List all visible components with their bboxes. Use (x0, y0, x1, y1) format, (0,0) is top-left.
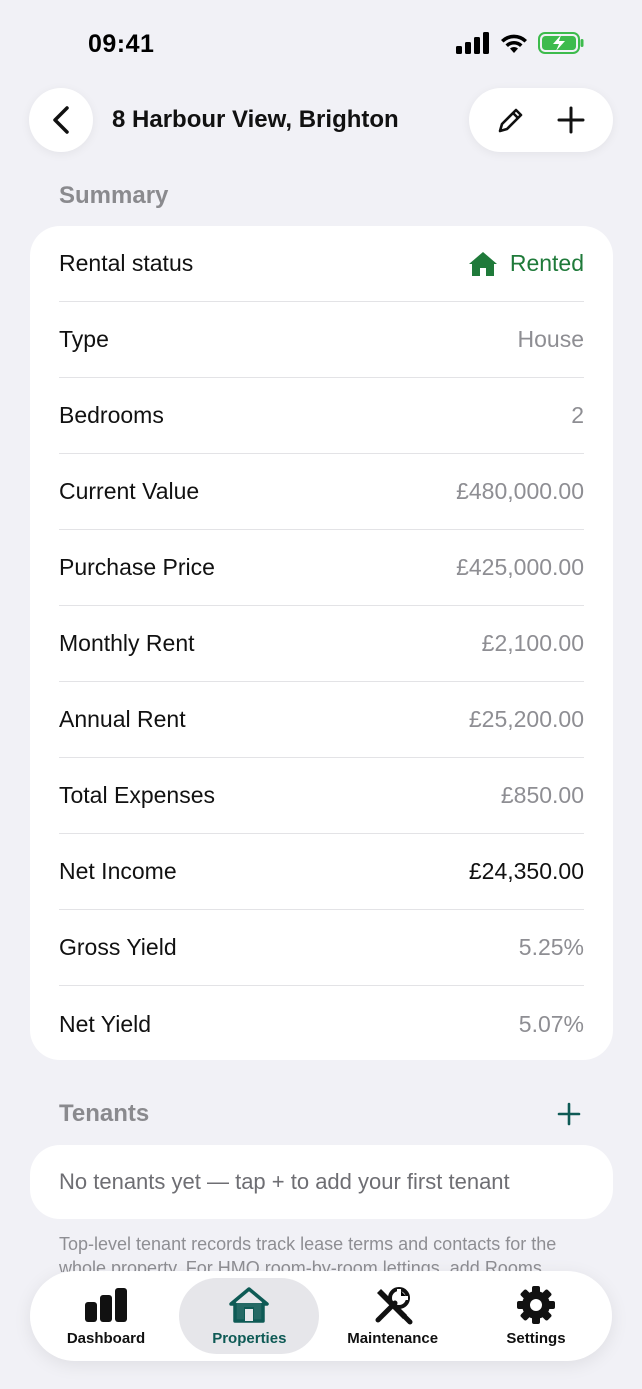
row-value: £24,350.00 (468, 858, 584, 884)
row-current-value[interactable]: Current Value £480,000.00 (59, 454, 584, 530)
wifi-icon (501, 34, 527, 53)
row-value: £25,200.00 (468, 706, 584, 732)
nav-bar: 8 Harbour View, Brighton (0, 88, 642, 152)
row-rental-status[interactable]: Rental status Rented (59, 226, 584, 302)
tab-settings[interactable]: Settings (466, 1278, 606, 1354)
tenants-empty-card[interactable]: No tenants yet — tap + to add your first… (30, 1145, 613, 1219)
row-value: £480,000.00 (456, 478, 584, 504)
tab-label: Settings (506, 1329, 566, 1347)
row-total-expenses[interactable]: Total Expenses £850.00 (59, 758, 584, 834)
row-label: Purchase Price (59, 554, 215, 580)
row-type[interactable]: Type House (59, 302, 584, 378)
tab-maintenance[interactable]: Maintenance (323, 1278, 463, 1354)
tab-label: Maintenance (347, 1329, 439, 1347)
row-value: House (517, 326, 584, 352)
summary-section-title: Summary (59, 182, 169, 209)
tab-label: Properties (212, 1329, 287, 1347)
page-title: 8 Harbour View, Brighton (112, 106, 399, 133)
battery-charging-icon (538, 32, 584, 54)
tenants-section-title: Tenants (59, 1100, 150, 1127)
add-button[interactable] (547, 96, 595, 144)
row-value: £425,000.00 (456, 554, 584, 580)
house-icon (468, 251, 497, 276)
row-value: £850.00 (500, 782, 584, 808)
row-value: 2 (571, 402, 584, 428)
row-purchase-price[interactable]: Purchase Price £425,000.00 (59, 530, 584, 606)
back-button[interactable] (29, 88, 93, 152)
row-gross-yield[interactable]: Gross Yield 5.25% (59, 910, 584, 986)
row-label: Net Income (59, 858, 177, 884)
row-net-income[interactable]: Net Income £24,350.00 (59, 834, 584, 910)
status-bar: 09:41 (0, 0, 642, 90)
tab-properties[interactable]: Properties (179, 1278, 320, 1354)
tenants-empty-text: No tenants yet — tap + to add your first… (59, 1169, 510, 1194)
row-net-yield[interactable]: Net Yield 5.07% (59, 986, 584, 1062)
row-value: 5.25% (518, 934, 584, 960)
row-monthly-rent[interactable]: Monthly Rent £2,100.00 (59, 606, 584, 682)
add-tenant-button[interactable] (555, 1100, 583, 1128)
pencil-icon (498, 108, 523, 133)
row-value: £2,100.00 (481, 630, 584, 656)
row-label: Annual Rent (59, 706, 186, 732)
summary-card: Rental status Rented Type House Bedrooms… (30, 226, 613, 1060)
row-bedrooms[interactable]: Bedrooms 2 (59, 378, 584, 454)
signal-icon (456, 32, 489, 54)
row-label: Current Value (59, 478, 200, 504)
nav-actions (469, 88, 613, 152)
tab-bar: Dashboard Properties Maintenance Setting… (30, 1271, 612, 1361)
row-label: Gross Yield (59, 934, 177, 960)
wrench-screwdriver-icon (375, 1286, 413, 1324)
row-label: Total Expenses (59, 782, 215, 808)
gear-icon (516, 1285, 555, 1324)
tenants-header: Tenants (59, 1100, 583, 1132)
edit-button[interactable] (487, 96, 535, 144)
row-label: Rental status (59, 250, 194, 276)
plus-icon (557, 1102, 581, 1126)
status-time: 09:41 (88, 30, 155, 58)
tab-label: Dashboard (66, 1329, 146, 1347)
row-label: Bedrooms (59, 402, 164, 428)
rental-status-text: Rented (509, 250, 584, 276)
row-label: Type (59, 326, 109, 352)
rental-status-value: Rented (468, 250, 584, 277)
row-annual-rent[interactable]: Annual Rent £25,200.00 (59, 682, 584, 758)
status-icons (456, 32, 584, 54)
house-icon (229, 1286, 270, 1323)
chevron-left-icon (53, 106, 69, 134)
plus-icon (557, 106, 585, 134)
row-value: 5.07% (518, 1010, 584, 1037)
tab-dashboard[interactable]: Dashboard (36, 1278, 176, 1354)
row-label: Monthly Rent (59, 630, 195, 656)
row-label: Net Yield (59, 1010, 152, 1037)
chart-bar-icon (85, 1287, 127, 1322)
tenants-footnote: Top-level tenant records track lease ter… (59, 1234, 557, 1272)
